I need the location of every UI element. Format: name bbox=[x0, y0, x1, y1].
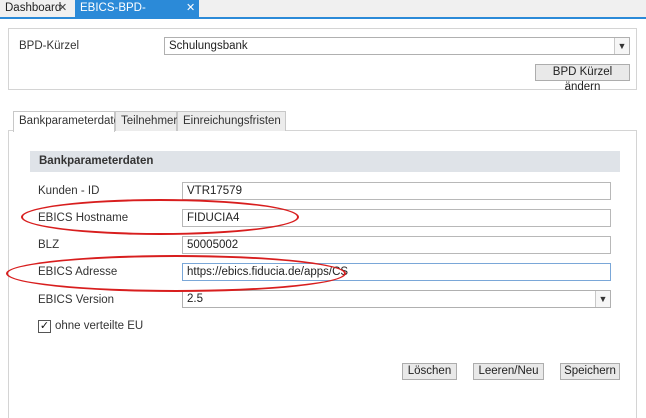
ebics-version-label: EBICS Version bbox=[38, 294, 115, 306]
loeschen-button[interactable]: Löschen bbox=[402, 363, 457, 380]
ebics-hostname-field[interactable]: FIDUCIA4 bbox=[182, 209, 611, 227]
section-title: Bankparameterdaten bbox=[30, 151, 620, 172]
ebics-version-select[interactable]: 2.5 ▼ bbox=[182, 290, 611, 308]
speichern-button[interactable]: Speichern bbox=[560, 363, 620, 380]
bpd-kuerzel-value: Schulungsbank bbox=[169, 40, 248, 52]
blz-label: BLZ bbox=[38, 239, 60, 251]
tab-ebics-bpd-verwaltung[interactable]: EBICS-BPD-Verwaltung ✕ bbox=[75, 0, 199, 31]
ebics-adresse-field[interactable]: https://ebics.fiducia.de/apps/CS bbox=[182, 263, 611, 281]
chevron-down-icon[interactable]: ▼ bbox=[614, 38, 629, 54]
ebics-hostname-label: EBICS Hostname bbox=[38, 212, 129, 224]
check-icon: ✓ bbox=[39, 320, 50, 332]
ebics-version-value: 2.5 bbox=[187, 293, 203, 305]
tab-einreichungsfristen[interactable]: Einreichungsfristen bbox=[177, 111, 286, 131]
tab-label: EBICS-BPD-Verwaltung bbox=[80, 2, 146, 31]
tab-dashboard[interactable]: Dashboard ✕ bbox=[0, 0, 70, 17]
kunden-id-label: Kunden - ID bbox=[38, 185, 100, 197]
tab-label: Dashboard bbox=[5, 2, 62, 14]
close-icon[interactable]: ✕ bbox=[58, 0, 67, 17]
ebics-adresse-label: EBICS Adresse bbox=[38, 266, 118, 278]
bpd-kuerzel-label: BPD-Kürzel bbox=[19, 40, 80, 52]
ohne-verteilte-eu-checkbox[interactable]: ✓ bbox=[38, 320, 51, 333]
bpd-kuerzel-aendern-button[interactable]: BPD Kürzel ändern bbox=[535, 64, 630, 93]
kunden-id-field[interactable]: VTR17579 bbox=[182, 182, 611, 200]
tab-bankparameterdaten[interactable]: Bankparameterdaten bbox=[13, 111, 126, 132]
tab-teilnehmer[interactable]: Teilnehmer bbox=[115, 111, 177, 131]
blz-field[interactable]: 50005002 bbox=[182, 236, 611, 254]
chevron-down-icon[interactable]: ▼ bbox=[595, 291, 610, 307]
ohne-verteilte-eu-label: ohne verteilte EU bbox=[55, 320, 144, 332]
document-tab-strip: Dashboard ✕ EBICS-BPD-Verwaltung ✕ bbox=[0, 0, 646, 31]
bpd-kuerzel-select[interactable]: Schulungsbank ▼ bbox=[164, 37, 630, 55]
close-icon[interactable]: ✕ bbox=[186, 0, 195, 17]
leeren-neu-button[interactable]: Leeren/Neu bbox=[473, 363, 544, 380]
